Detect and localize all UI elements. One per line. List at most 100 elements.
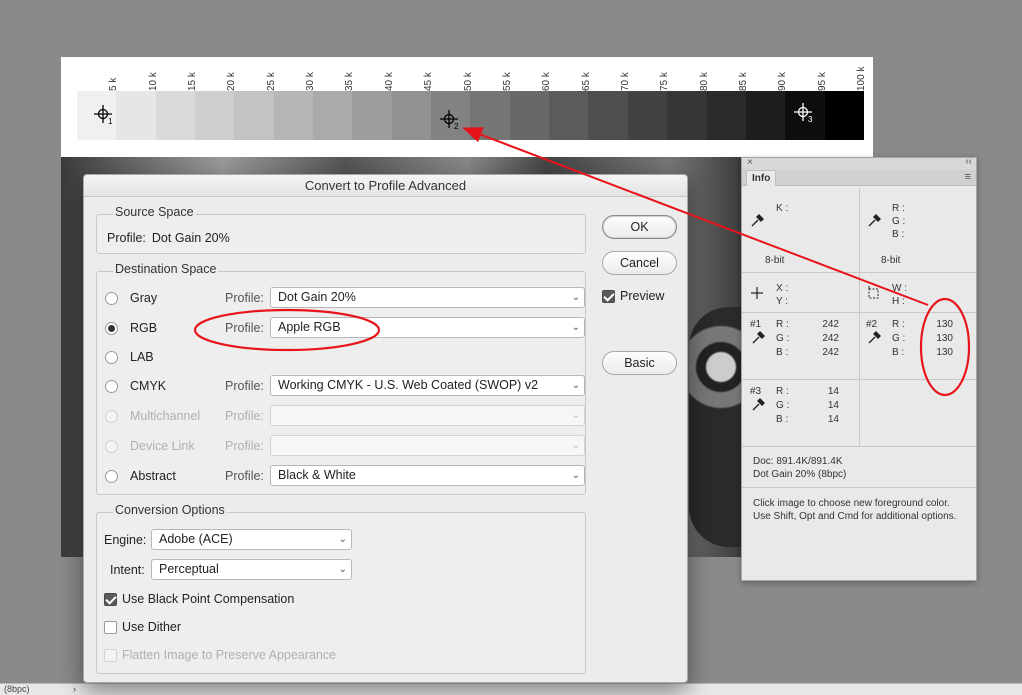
engine-label: Engine: (104, 533, 147, 547)
eyedropper-icon (867, 331, 881, 348)
wedge-step (549, 91, 589, 140)
gray-label[interactable]: Gray (130, 291, 157, 305)
wedge-step (470, 91, 510, 140)
intent-value: Perceptual (159, 562, 219, 576)
divider (742, 379, 976, 380)
dialog-title[interactable]: Convert to Profile Advanced (84, 175, 687, 197)
wedge-tick-label: 55 k (501, 72, 513, 91)
black-point-row: Use Black Point Compensation (104, 588, 294, 610)
doc-profile: Dot Gain 20% (8bpc) (753, 469, 847, 480)
engine-select[interactable]: Adobe (ACE) ⌄ (151, 529, 352, 550)
info-panel: × ‹‹ Info ≡ K : 8-bit R : G : B : 8-bit … (741, 156, 977, 581)
chevron-down-icon: ⌄ (571, 322, 580, 333)
abstract-radio[interactable] (105, 469, 118, 483)
sampler-1-id: #1 (750, 319, 762, 330)
rgb-radio[interactable] (105, 321, 118, 335)
wedge-tick-label: 10 k (147, 72, 159, 91)
color-sampler-1-icon[interactable]: 1 (93, 104, 113, 126)
cmyk-radio[interactable] (105, 379, 118, 393)
engine-value: Adobe (ACE) (159, 532, 233, 546)
flatten-checkbox (104, 648, 117, 662)
close-icon[interactable]: × (747, 157, 753, 168)
cmyk-profile-label: Profile: (225, 379, 264, 393)
dither-label[interactable]: Use Dither (122, 620, 181, 634)
panel-tabbar: Info ≡ (742, 170, 976, 186)
wedge-step (155, 91, 196, 140)
source-profile-label: Profile: (107, 231, 146, 245)
x-label: X : (776, 283, 789, 294)
chevron-down-icon: ⌄ (571, 380, 580, 391)
black-point-label[interactable]: Use Black Point Compensation (122, 592, 294, 606)
destination-space-group: Destination Space Gray Profile: Dot Gain… (96, 262, 586, 495)
wedge-tick-label: 70 k (619, 72, 631, 91)
status-chevron-icon[interactable]: › (73, 684, 76, 695)
s2-g-label: G : (892, 333, 906, 344)
abstract-profile-label: Profile: (225, 469, 264, 483)
gray-radio[interactable] (105, 291, 118, 305)
g-label: G : (892, 216, 906, 227)
rgb-profile-select[interactable]: Apple RGB ⌄ (270, 317, 585, 338)
abstract-label[interactable]: Abstract (130, 469, 176, 483)
divider (742, 446, 976, 447)
device-link-radio (105, 439, 118, 453)
wedge-tick-label: 25 k (265, 72, 277, 91)
document-canvas[interactable]: 5 k 10 k 15 k 20 k 25 k 30 k 35 k 40 k 45 k 50 k 5… (61, 57, 873, 157)
option-rgb: RGB Profile: Apple RGB ⌄ (105, 317, 585, 339)
info-hint: Click image to choose new foreground col… (753, 498, 957, 522)
rgb-label[interactable]: RGB (130, 321, 157, 335)
multichannel-radio (105, 409, 118, 423)
dither-checkbox[interactable] (104, 620, 117, 634)
bit-depth-right: 8-bit (881, 255, 901, 266)
source-space-title: Source Space (113, 205, 196, 219)
multichannel-label: Multichannel (130, 409, 201, 423)
tab-info[interactable]: Info (746, 170, 777, 186)
cancel-button[interactable]: Cancel (602, 251, 677, 275)
selection-size-icon (867, 286, 881, 303)
s2-r-label: R : (892, 319, 905, 330)
wedge-tick-label: 90 k (777, 72, 789, 91)
preview-label[interactable]: Preview (620, 289, 664, 303)
ok-button[interactable]: OK (602, 215, 677, 239)
wedge-step (116, 91, 156, 140)
s1-r-value: 242 (822, 319, 839, 330)
wedge-tick-label: 40 k (383, 72, 395, 91)
black-point-checkbox[interactable] (104, 592, 117, 606)
status-text: (8bpc) (4, 684, 30, 694)
source-profile-value: Dot Gain 20% (151, 231, 230, 245)
status-bar: (8bpc) › (0, 683, 1022, 695)
wedge-tick-label: 20 k (226, 72, 238, 91)
wedge-step (391, 91, 432, 140)
preview-checkbox[interactable] (602, 289, 615, 303)
w-label: W : (892, 283, 907, 294)
device-link-profile-select: ⌄ (270, 435, 585, 456)
lab-radio[interactable] (105, 350, 118, 364)
eyedropper-icon (867, 214, 881, 231)
gray-profile-select[interactable]: Dot Gain 20% ⌄ (270, 287, 585, 308)
panel-menu-icon[interactable]: ≡ (965, 171, 971, 183)
color-sampler-2-icon[interactable]: 2 (439, 109, 459, 131)
crosshair-icon (750, 286, 764, 303)
s3-r-label: R : (776, 386, 789, 397)
device-link-label: Device Link (130, 439, 195, 453)
s3-r-value: 14 (827, 386, 839, 397)
s1-b-value: 242 (822, 347, 839, 358)
s1-b-label: B : (776, 347, 789, 358)
option-device-link: Device Link Profile: ⌄ (105, 435, 585, 457)
wedge-step (745, 91, 786, 140)
collapse-icon[interactable]: ‹‹ (965, 156, 972, 167)
step-wedge (77, 91, 864, 140)
color-sampler-3-icon[interactable]: 3 (793, 102, 813, 124)
gray-profile-label: Profile: (225, 291, 264, 305)
cmyk-profile-select[interactable]: Working CMYK - U.S. Web Coated (SWOP) v2… (270, 375, 585, 396)
intent-select[interactable]: Perceptual ⌄ (151, 559, 352, 580)
s1-r-label: R : (776, 319, 789, 330)
chevron-down-icon: ⌄ (338, 534, 347, 545)
cmyk-label[interactable]: CMYK (130, 379, 166, 393)
destination-space-title: Destination Space (113, 262, 219, 276)
wedge-tick-label: 30 k (305, 72, 317, 91)
wedge-tick-label: 85 k (737, 72, 749, 91)
basic-button[interactable]: Basic (602, 351, 677, 375)
sampler-number: 1 (108, 117, 113, 126)
abstract-profile-select[interactable]: Black & White ⌄ (270, 465, 585, 486)
lab-label[interactable]: LAB (130, 350, 154, 364)
